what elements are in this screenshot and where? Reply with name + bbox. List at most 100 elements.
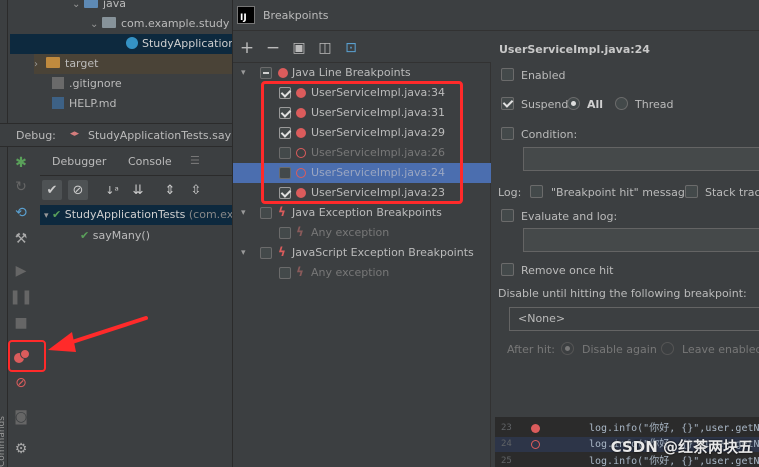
sort-duration-icon[interactable]: ⇊	[128, 180, 148, 200]
detail-heading: UserServiceImpl.java:24	[499, 43, 650, 56]
breakpoints-dialog: IJ Breakpoints + − ▣ ◫ ⊡ ▾ Java Line Bre…	[232, 0, 759, 467]
tree-item-package[interactable]: ⌄ com.example.study	[90, 14, 229, 34]
dialog-title: Breakpoints	[263, 9, 329, 22]
disabled-breakpoint-icon[interactable]	[531, 440, 540, 449]
rerun-icon[interactable]: ↻	[12, 178, 30, 196]
bug-icon[interactable]: ✱	[12, 154, 30, 172]
tree-item-target[interactable]: › target	[34, 54, 232, 74]
tree-item-java[interactable]: ⌄ java	[72, 0, 126, 14]
tree-item-help[interactable]: HELP.md	[52, 94, 116, 114]
disable-again-radio[interactable]	[561, 342, 574, 355]
debug-side-toolbar: ✱ ↻ ⟲ ⚒ ▶ ❚❚ ■ ⊘ ◙ ⚙	[8, 148, 36, 467]
suspend-thread-label: Thread	[635, 98, 674, 111]
evaluate-checkbox[interactable]	[501, 209, 514, 222]
breakpoint-detail-panel: UserServiceImpl.java:24 Enabled Suspend:…	[491, 31, 759, 467]
folder-icon	[84, 0, 98, 8]
leave-enabled-label: Leave enabled	[682, 343, 759, 356]
markdown-icon	[52, 97, 64, 109]
wrench-icon[interactable]: ⚒	[12, 230, 30, 248]
test-tree-method[interactable]: ✔ sayMany()	[80, 226, 150, 246]
disable-until-label: Disable until hitting the following brea…	[498, 287, 747, 300]
chevron-right-icon: ›	[34, 59, 38, 70]
sort-alpha-icon[interactable]: ↓ᵃ	[102, 180, 122, 200]
class-icon	[126, 37, 138, 49]
after-hit-label: After hit:	[507, 343, 555, 356]
group-java-line-breakpoints[interactable]: ▾ Java Line Breakpoints	[233, 63, 491, 83]
chevron-down-icon: ▾	[241, 208, 246, 218]
gear-icon[interactable]: ⚙	[12, 440, 30, 458]
code-line: 23 log.info("你好, {}",user.getNa	[501, 423, 759, 434]
remove-once-hit-label: Remove once hit	[521, 264, 614, 277]
suspend-label: Suspend:	[521, 98, 573, 111]
breakpoints-tree: ▾ Java Line Breakpoints UserServiceImpl.…	[233, 62, 491, 467]
enabled-label: Enabled	[521, 69, 566, 82]
log-message-checkbox[interactable]	[530, 185, 543, 198]
group-by-file-icon[interactable]: ▣	[289, 38, 309, 58]
disable-until-select[interactable]: <None>	[509, 307, 759, 331]
add-icon[interactable]: +	[237, 38, 257, 58]
package-icon	[102, 17, 116, 28]
disable-again-label: Disable again	[582, 343, 657, 356]
highlight-view-breakpoints	[8, 340, 46, 372]
tree-item-class[interactable]: StudyApplication	[10, 34, 232, 54]
folder-icon	[46, 57, 60, 68]
left-edge-strip	[0, 0, 8, 467]
stack-trace-checkbox[interactable]	[685, 185, 698, 198]
expand-all-icon[interactable]: ⇕	[160, 180, 180, 200]
dialog-titlebar: IJ Breakpoints	[233, 0, 759, 31]
evaluate-label: Evaluate and log:	[521, 210, 618, 223]
breakpoint-checkbox[interactable]	[279, 227, 291, 239]
stop-icon[interactable]: ■	[12, 314, 30, 332]
condition-field[interactable]	[523, 147, 759, 171]
breakpoint-item[interactable]: ϟ Any exception	[233, 263, 491, 283]
debug-header: Debug: ◂▸ StudyApplicationTests.sayM	[0, 123, 232, 147]
refresh-icon[interactable]: ⟲	[12, 204, 30, 222]
mute-breakpoints-icon[interactable]: ⊘	[12, 374, 30, 392]
tree-item-gitignore[interactable]: .gitignore	[52, 74, 122, 94]
exception-breakpoint-icon: ϟ	[278, 205, 286, 219]
pause-icon[interactable]: ❚❚	[9, 288, 32, 306]
group-checkbox[interactable]	[260, 67, 272, 79]
condition-checkbox[interactable]	[501, 127, 514, 140]
remove-once-hit-checkbox[interactable]	[501, 263, 514, 276]
group-javascript-exception-breakpoints[interactable]: ▾ ϟ JavaScript Exception Breakpoints	[233, 243, 491, 263]
suspend-checkbox[interactable]	[501, 97, 514, 110]
cancel-icon[interactable]: ⊘	[68, 180, 88, 200]
chevron-down-icon: ▾	[44, 211, 49, 221]
group-checkbox[interactable]	[260, 247, 272, 259]
remove-icon[interactable]: −	[263, 38, 283, 58]
chevron-down-icon: ⌄	[72, 0, 81, 10]
collapse-all-icon[interactable]: ⇳	[186, 180, 206, 200]
tab-console[interactable]: Console	[128, 155, 172, 168]
breakpoint-icon[interactable]	[531, 424, 540, 433]
chevron-down-icon: ▾	[241, 68, 246, 78]
test-tree-root[interactable]: ▾ ✔ StudyApplicationTests (com.ex	[40, 205, 232, 225]
enabled-checkbox[interactable]	[501, 68, 514, 81]
chevron-down-icon: ▾	[241, 248, 246, 258]
tab-debugger[interactable]: Debugger	[52, 155, 106, 168]
list-icon[interactable]: ☰	[190, 154, 200, 167]
suspend-all-radio[interactable]	[567, 97, 580, 110]
group-by-class-icon[interactable]: ◫	[315, 38, 335, 58]
exception-breakpoint-icon: ϟ	[296, 225, 304, 239]
breakpoint-checkbox[interactable]	[279, 267, 291, 279]
intellij-logo-icon: IJ	[237, 6, 255, 24]
leave-enabled-radio[interactable]	[661, 342, 674, 355]
check-icon[interactable]: ✔	[42, 180, 62, 200]
camera-icon[interactable]: ◙	[12, 408, 30, 426]
debug-session-tab[interactable]: StudyApplicationTests.sayM	[88, 129, 232, 142]
debug-label: Debug:	[16, 129, 56, 142]
group-java-exception-breakpoints[interactable]: ▾ ϟ Java Exception Breakpoints	[233, 203, 491, 223]
breakpoint-item[interactable]: ϟ Any exception	[233, 223, 491, 243]
evaluate-field[interactable]	[523, 228, 759, 252]
file-icon	[52, 77, 64, 89]
highlight-line-breakpoints	[261, 81, 463, 204]
watermark: CSDN @红茶两块五	[610, 438, 753, 456]
exception-breakpoint-icon: ϟ	[296, 265, 304, 279]
go-to-source-icon[interactable]: ⊡	[341, 38, 361, 58]
suspend-thread-radio[interactable]	[615, 97, 628, 110]
group-checkbox[interactable]	[260, 207, 272, 219]
stack-trace-label: Stack trace	[705, 186, 759, 199]
resume-icon[interactable]: ▶	[12, 262, 30, 280]
breakpoints-toolbar: + − ▣ ◫ ⊡	[233, 36, 491, 60]
